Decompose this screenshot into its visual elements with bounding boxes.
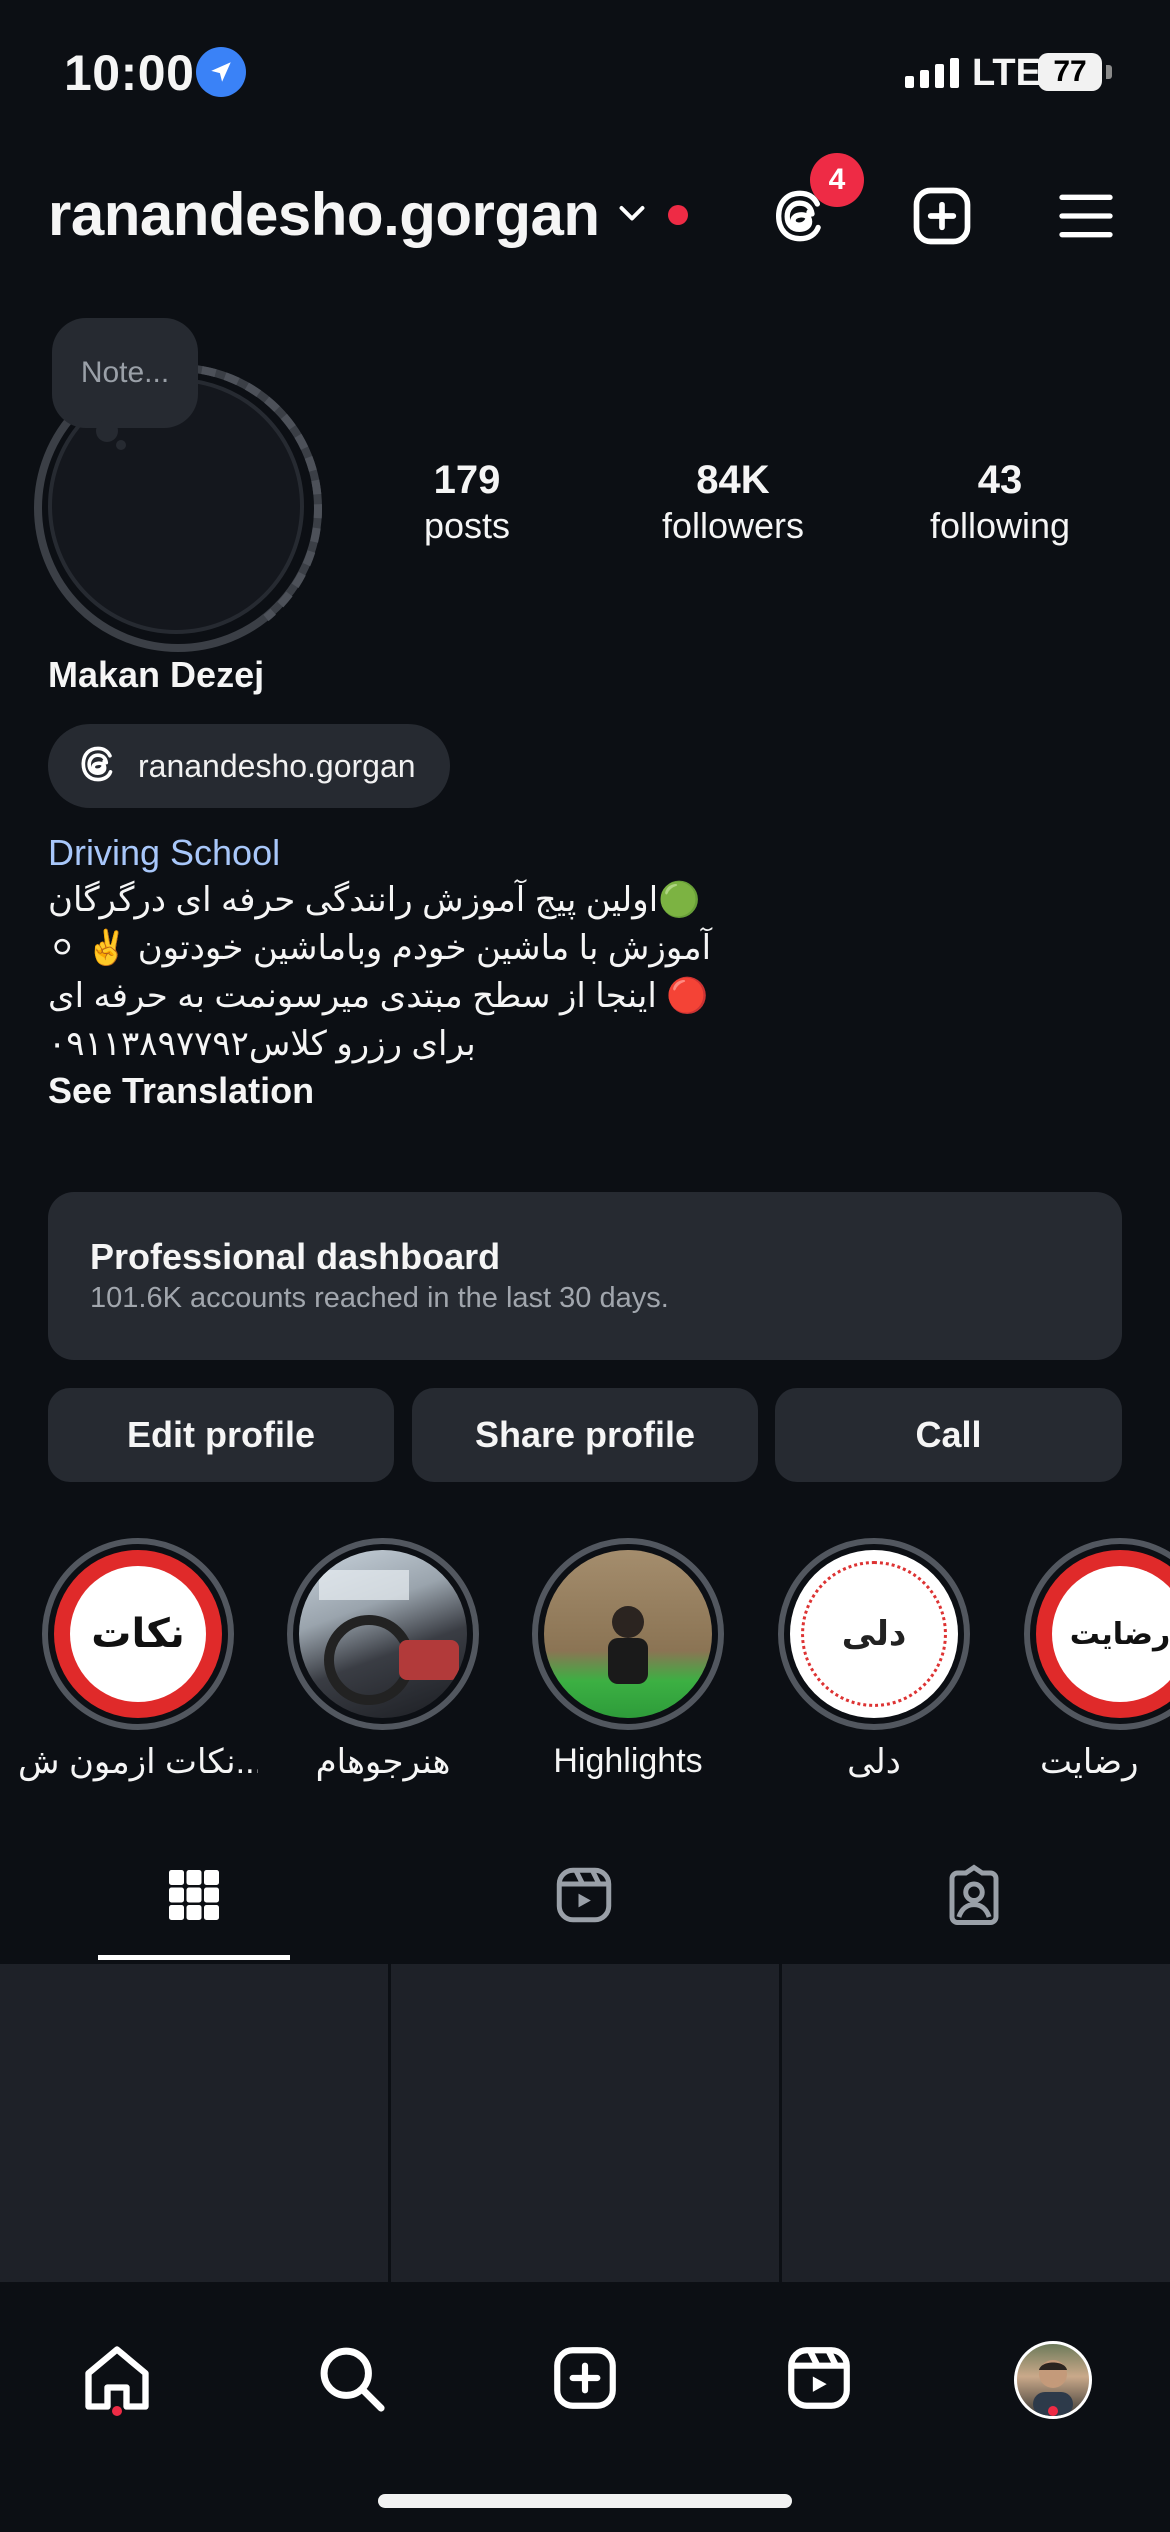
stat-label: posts bbox=[423, 505, 511, 546]
bio-line: برای رزرو کلاس۰۹۱۱۳۸۹۷۷۹۲ bbox=[48, 1025, 476, 1063]
tab-grid[interactable] bbox=[134, 1862, 254, 1932]
reels-icon bbox=[551, 1862, 617, 1933]
highlight-image bbox=[299, 1550, 467, 1718]
location-arrow-icon bbox=[196, 47, 246, 97]
highlight-cover[interactable]: رضایت bbox=[1024, 1538, 1170, 1730]
nav-create[interactable] bbox=[525, 2320, 645, 2440]
battery-icon: 77 bbox=[1038, 53, 1102, 91]
stat-following[interactable]: 43 following bbox=[900, 456, 1100, 548]
tagged-icon bbox=[941, 1862, 1007, 1933]
grid-icon bbox=[164, 1865, 224, 1930]
profile-category[interactable]: Driving School bbox=[48, 832, 280, 874]
highlight-cover-text: نکات bbox=[70, 1566, 206, 1702]
stat-posts[interactable]: 179 posts bbox=[367, 456, 567, 548]
nav-home[interactable] bbox=[57, 2320, 177, 2440]
status-time: 10:00 bbox=[64, 45, 195, 101]
stat-followers[interactable]: 84K followers bbox=[633, 456, 833, 548]
highlight-label: هنرجوهام bbox=[315, 1743, 451, 1781]
highlight-label: دلی bbox=[847, 1743, 901, 1781]
see-translation-link[interactable]: See Translation bbox=[48, 1070, 314, 1112]
display-name: Makan Dezej bbox=[48, 654, 265, 695]
edit-profile-button[interactable]: Edit profile bbox=[48, 1388, 394, 1482]
highlight-cover[interactable]: دلی bbox=[778, 1538, 970, 1730]
notification-dot bbox=[668, 205, 688, 225]
search-icon bbox=[313, 2340, 389, 2421]
note-tail bbox=[96, 420, 118, 442]
nav-profile[interactable] bbox=[993, 2320, 1113, 2440]
post-tile[interactable] bbox=[391, 1964, 779, 2282]
highlight-image: نکات bbox=[54, 1550, 222, 1718]
menu-icon[interactable] bbox=[1046, 176, 1126, 256]
highlight-image bbox=[544, 1550, 712, 1718]
stat-label: following bbox=[929, 505, 1071, 546]
nav-search[interactable] bbox=[291, 2320, 411, 2440]
active-tab-indicator bbox=[98, 1955, 290, 1960]
highlight-label: نکات ازمون ش... bbox=[18, 1743, 258, 1781]
stat-value: 43 bbox=[977, 458, 1023, 502]
highlight-cover[interactable] bbox=[287, 1538, 479, 1730]
call-button[interactable]: Call bbox=[775, 1388, 1122, 1482]
highlight-label: Highlights bbox=[553, 1742, 703, 1780]
chevron-down-icon[interactable] bbox=[614, 196, 650, 237]
share-profile-button[interactable]: Share profile bbox=[412, 1388, 758, 1482]
create-icon bbox=[548, 2341, 622, 2420]
bio-line: آموزش با ماشین خودم وباماشین خودتون ✌️ ⚪ bbox=[48, 929, 712, 967]
reels-nav-icon bbox=[782, 2341, 856, 2420]
home-indicator bbox=[378, 2494, 792, 2508]
post-tile[interactable] bbox=[782, 1964, 1170, 2282]
stat-value: 179 bbox=[433, 458, 501, 502]
highlight-cover[interactable]: نکات bbox=[42, 1538, 234, 1730]
dashboard-title: Professional dashboard bbox=[90, 1236, 501, 1277]
stat-value: 84K bbox=[696, 458, 770, 502]
highlight-cover-text: رضایت bbox=[1052, 1566, 1170, 1702]
battery-nub bbox=[1106, 65, 1112, 79]
bio-line: 🟢اولین پیج آموزش رانندگی حرفه ای درگرگان bbox=[48, 881, 701, 919]
tab-reels[interactable] bbox=[524, 1862, 644, 1932]
nav-reels[interactable] bbox=[759, 2320, 879, 2440]
bio-line: 🔴 اینجا از سطح مبتدی میرسونمت به حرفه ای bbox=[48, 977, 709, 1015]
note-tail-small bbox=[116, 440, 126, 450]
highlight-image: رضایت bbox=[1036, 1550, 1170, 1718]
threads-icon bbox=[76, 742, 120, 791]
highlight-cover-text: دلی bbox=[801, 1561, 947, 1707]
threads-handle: ranandesho.gorgan bbox=[138, 747, 416, 784]
stat-label: followers bbox=[661, 505, 805, 546]
signal-icon bbox=[905, 58, 959, 88]
dashboard-subtitle: 101.6K accounts reached in the last 30 d… bbox=[90, 1282, 669, 1314]
profile-activity-dot bbox=[1048, 2406, 1058, 2416]
username-switcher[interactable]: ranandesho.gorgan bbox=[48, 180, 600, 249]
highlight-image: دلی bbox=[790, 1550, 958, 1718]
threads-badge: 4 bbox=[810, 153, 864, 207]
plus-square-icon[interactable] bbox=[902, 176, 982, 256]
home-activity-dot bbox=[112, 2406, 122, 2416]
threads-link-pill[interactable]: ranandesho.gorgan bbox=[48, 724, 450, 808]
post-tile[interactable] bbox=[0, 1964, 388, 2282]
highlight-label: رضایت bbox=[1040, 1743, 1139, 1781]
note-bubble[interactable]: Note... bbox=[52, 318, 198, 428]
network-label: LTE bbox=[972, 52, 1041, 94]
highlight-cover[interactable] bbox=[532, 1538, 724, 1730]
tab-tagged[interactable] bbox=[914, 1862, 1034, 1932]
